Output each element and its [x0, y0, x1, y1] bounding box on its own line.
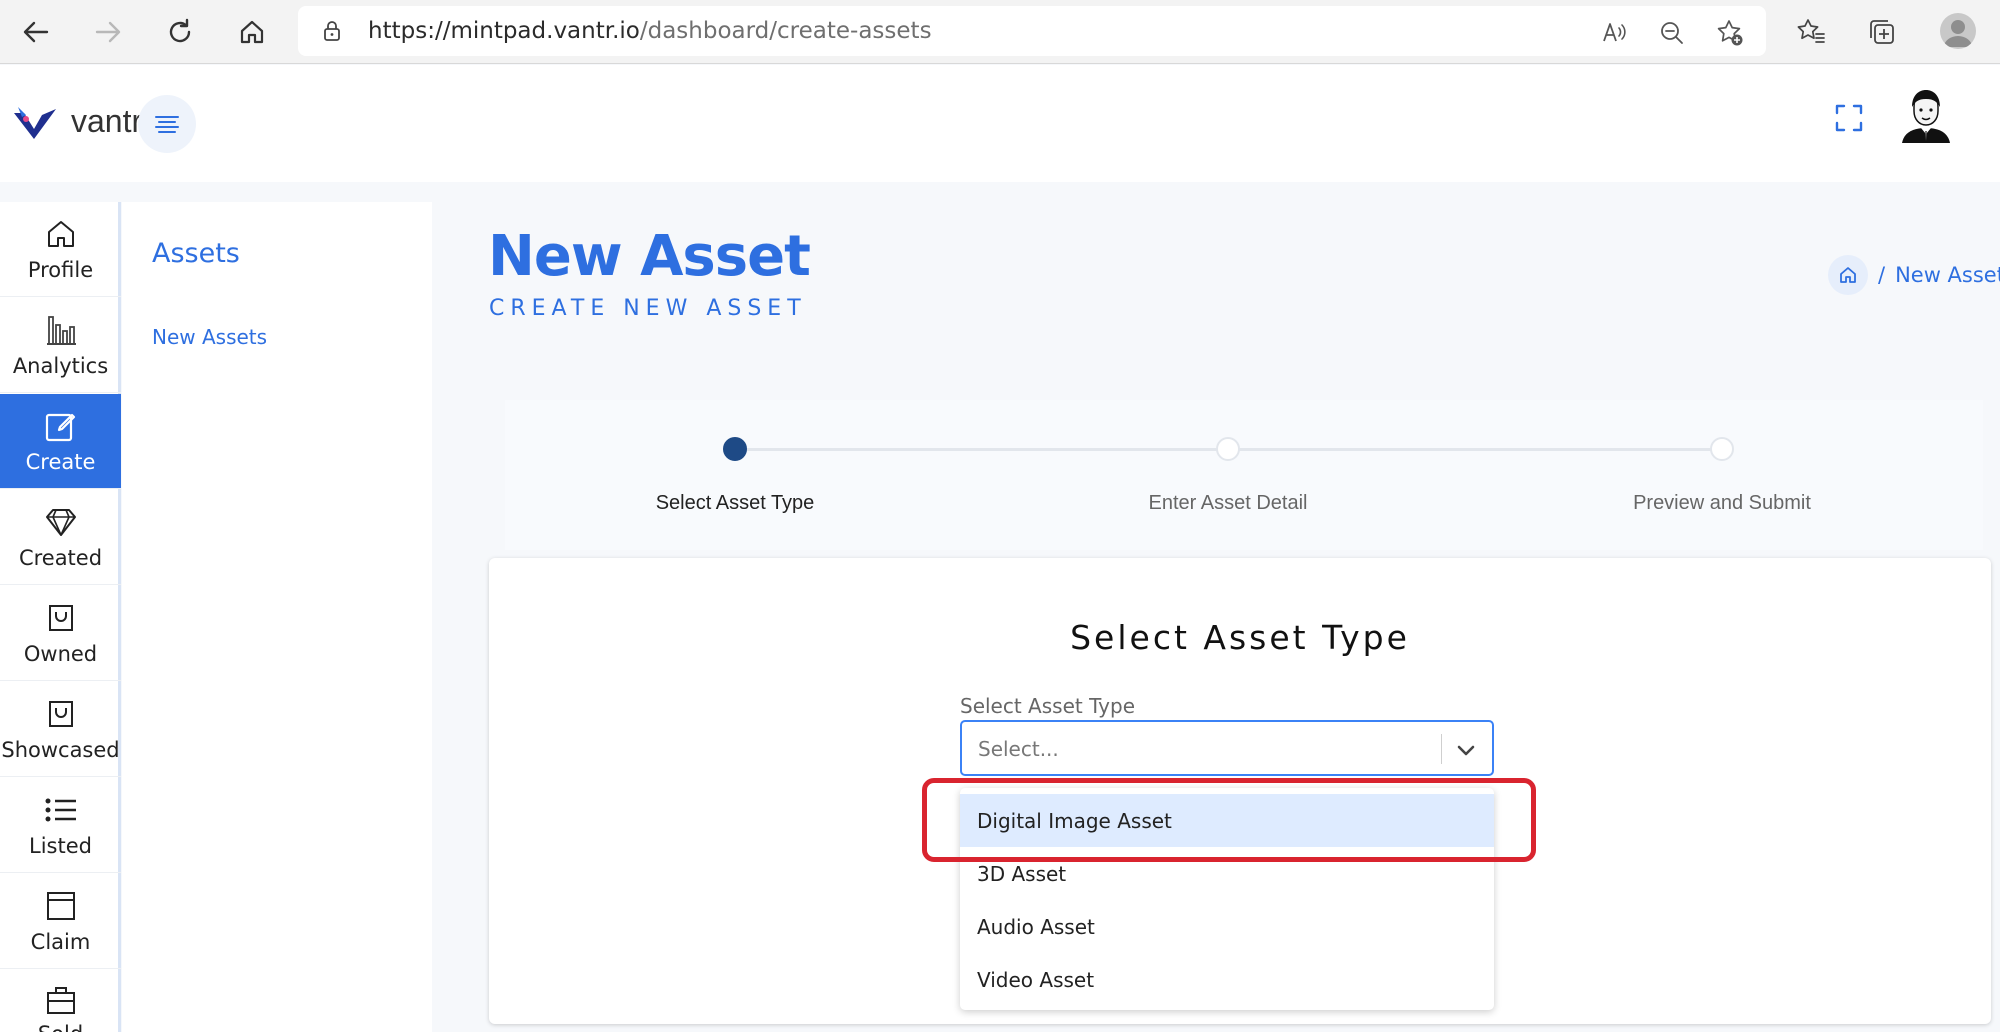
- new-assets-link[interactable]: New Assets: [152, 325, 267, 349]
- bag-icon: [48, 701, 73, 727]
- card-title: Select Asset Type: [1070, 618, 1410, 657]
- chevron-down-icon[interactable]: [1452, 736, 1480, 764]
- breadcrumb: / New Asset: [1828, 255, 2000, 295]
- home-icon: [1840, 267, 1856, 283]
- address-bar[interactable]: https://mintpad.vantr.io/dashboard/creat…: [298, 6, 1766, 56]
- user-icon: [1944, 20, 1972, 47]
- lock-icon: [324, 21, 340, 41]
- url-text: https://mintpad.vantr.io/dashboard/creat…: [368, 18, 932, 44]
- rail-item-analytics[interactable]: Analytics: [0, 298, 121, 393]
- home-icon: [240, 20, 264, 44]
- home-icon: [47, 221, 74, 247]
- forward-button[interactable]: [86, 10, 130, 54]
- breadcrumb-home-button[interactable]: [1828, 255, 1868, 295]
- step-connector: [1227, 448, 1721, 451]
- rail-item-created[interactable]: Created: [0, 490, 121, 585]
- diamond-icon: [45, 509, 76, 536]
- rail-label: Claim: [30, 930, 91, 954]
- read-aloud-button[interactable]: [1598, 17, 1630, 49]
- asset-type-label: Select Asset Type: [960, 694, 1136, 718]
- option-video-asset[interactable]: Video Asset: [960, 953, 1494, 1006]
- rail-item-profile[interactable]: Profile: [0, 202, 121, 297]
- bag-icon: [48, 605, 73, 631]
- step-label: Enter Asset Detail: [1148, 492, 1308, 514]
- list-icon: [45, 798, 76, 822]
- star-add-icon: [1717, 20, 1743, 46]
- collections-button[interactable]: [1864, 14, 1900, 50]
- assets-sidebar: Assets New Assets: [122, 202, 432, 1032]
- briefcase-icon: [46, 987, 75, 1014]
- step-label: Preview and Submit: [1633, 492, 1811, 514]
- window-icon: [46, 892, 75, 920]
- app-header: vantr: [0, 65, 2000, 182]
- rail-label: Showcased: [1, 738, 120, 762]
- page-subtitle: CREATE NEW ASSET: [489, 296, 807, 321]
- rail-item-claim[interactable]: Claim: [0, 874, 121, 969]
- logo-text: vantr: [71, 103, 143, 139]
- arrow-left-icon: [23, 21, 49, 43]
- rail-label: Profile: [27, 258, 94, 282]
- select-separator: [1441, 734, 1442, 764]
- step-label: Select Asset Type: [655, 492, 815, 514]
- rail-item-showcased[interactable]: Showcased: [0, 682, 121, 777]
- step-dot-enter-asset-detail[interactable]: [1216, 437, 1240, 461]
- select-placeholder: Select...: [978, 737, 1059, 761]
- step-dot-select-asset-type[interactable]: [723, 437, 747, 461]
- edit-icon: [45, 413, 75, 442]
- arrow-right-icon: [95, 21, 121, 43]
- back-button[interactable]: [14, 10, 58, 54]
- breadcrumb-current: New Asset: [1895, 263, 2000, 287]
- collections-icon: [1870, 20, 1894, 44]
- reload-button[interactable]: [158, 10, 202, 54]
- rail-label: Analytics: [12, 354, 109, 378]
- rail-label: Create: [25, 450, 96, 474]
- option-audio-asset[interactable]: Audio Asset: [960, 900, 1494, 953]
- favorites-icon: [1797, 19, 1825, 43]
- zoom-out-button[interactable]: [1656, 17, 1688, 49]
- stepper: Select Asset Type Enter Asset Detail Pre…: [505, 400, 1983, 550]
- rail-label: Owned: [23, 642, 98, 666]
- url-path: /dashboard/create-assets: [639, 18, 932, 44]
- browser-profile-avatar[interactable]: [1940, 13, 1976, 49]
- reload-icon: [169, 18, 191, 43]
- favorites-button[interactable]: [1793, 14, 1829, 50]
- step-dot-preview-and-submit[interactable]: [1710, 437, 1734, 461]
- asset-type-select[interactable]: Select...: [960, 720, 1494, 776]
- rail-item-owned[interactable]: Owned: [0, 586, 121, 681]
- browser-toolbar: https://mintpad.vantr.io/dashboard/creat…: [0, 0, 2000, 64]
- rail-label: Sold: [38, 1022, 83, 1032]
- rail-item-create[interactable]: Create: [0, 394, 121, 489]
- vantr-logo-icon: [14, 107, 56, 139]
- menu-toggle-button[interactable]: [138, 95, 196, 153]
- fullscreen-icon[interactable]: [1834, 103, 1864, 133]
- rail-item-sold[interactable]: Sold: [0, 970, 121, 1032]
- breadcrumb-separator: /: [1878, 263, 1886, 287]
- menu-lines-icon: [155, 116, 179, 133]
- home-button[interactable]: [230, 10, 274, 54]
- add-favorite-button[interactable]: [1714, 17, 1746, 49]
- icon-rail: Profile Analytics Create Created Owned S…: [0, 202, 121, 1032]
- user-avatar[interactable]: [1898, 87, 1954, 143]
- rail-item-listed[interactable]: Listed: [0, 778, 121, 873]
- page-title: New Asset: [488, 224, 811, 289]
- bar-chart-icon: [46, 316, 76, 345]
- rail-label: Listed: [29, 834, 92, 858]
- url-host: https://mintpad.vantr.io: [368, 18, 640, 44]
- assets-sidebar-title: Assets: [152, 238, 240, 269]
- zoom-out-icon: [1661, 22, 1683, 44]
- read-aloud-icon: [1603, 23, 1626, 42]
- annotation-highlight: [922, 778, 1536, 862]
- rail-label: Created: [18, 546, 103, 570]
- step-connector: [733, 448, 1227, 451]
